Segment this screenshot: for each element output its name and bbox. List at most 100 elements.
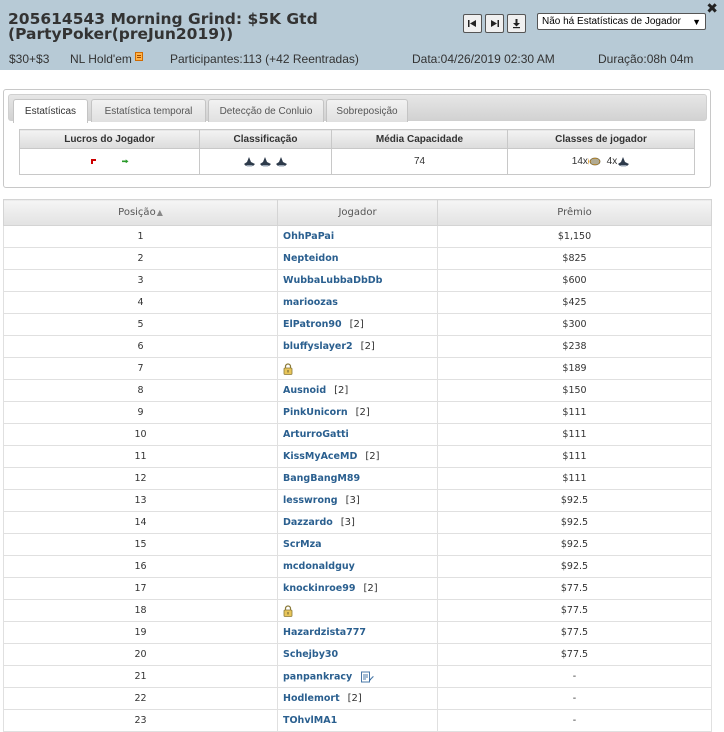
game-type: NL Hold'em [70, 52, 143, 66]
player-cell: BangBangM89 [277, 467, 438, 490]
position-cell: 13 [3, 489, 278, 512]
tab-collusion-detection[interactable]: Detecção de Conluio [208, 99, 324, 122]
position-cell: 18 [3, 599, 278, 622]
player-name-link[interactable]: Hazardzista777 [283, 627, 366, 638]
reentry-count: [2] [360, 341, 375, 352]
player-cell: marioozas [277, 291, 438, 314]
table-row: 3 WubbaLubbaDbDb $600 [3, 269, 712, 292]
player-cell: Schejby30 [277, 643, 438, 666]
tab-overlap[interactable]: Sobreposição [326, 99, 408, 122]
prize-cell: $92.5 [437, 511, 712, 534]
player-cell: ArturroGatti [277, 423, 438, 446]
shark-icon [244, 156, 256, 167]
player-name-link[interactable]: KissMyAceMD [283, 451, 357, 462]
player-name-link[interactable]: knockinroe99 [283, 583, 355, 594]
player-cell: Nepteidon [277, 247, 438, 270]
note-edit-icon[interactable] [361, 671, 374, 683]
reentry-count: [3] [340, 517, 355, 528]
header-avg-capacity: Média Capacidade [331, 129, 508, 149]
table-row: 21 panpankracy - [3, 665, 712, 688]
prize-cell: $77.5 [437, 577, 712, 600]
player-name-link[interactable]: ElPatron90 [283, 319, 342, 330]
player-stats-select[interactable]: Não há Estatísticas de Jogador ▼ [537, 13, 706, 30]
player-name-link[interactable]: mcdonaldguy [283, 561, 355, 572]
position-cell: 8 [3, 379, 278, 402]
table-row: 2 Nepteidon $825 [3, 247, 712, 270]
chevron-down-icon: ▼ [692, 16, 701, 27]
player-name-link[interactable]: PinkUnicorn [283, 407, 348, 418]
player-cell: mcdonaldguy [277, 555, 438, 578]
profit-down-icon [90, 158, 96, 164]
prize-cell: $77.5 [437, 643, 712, 666]
shark-icon [618, 156, 630, 167]
position-cell: 17 [3, 577, 278, 600]
first-page-button[interactable] [463, 14, 482, 33]
download-button[interactable] [507, 14, 526, 33]
reentry-count: [2] [347, 693, 362, 704]
position-cell: 20 [3, 643, 278, 666]
info-icon[interactable] [134, 52, 143, 61]
shark-icon [260, 156, 271, 167]
fish-count: 14x [571, 156, 588, 168]
player-name-link[interactable]: BangBangM89 [283, 473, 360, 484]
table-row: 1 OhhPaPai $1,150 [3, 225, 712, 248]
table-row: 8 Ausnoid [2] $150 [3, 379, 712, 402]
table-row: 17 knockinroe99 [2] $77.5 [3, 577, 712, 600]
player-cell: Ausnoid [2] [277, 379, 438, 402]
position-cell: 1 [3, 225, 278, 248]
player-name-link[interactable]: Nepteidon [283, 253, 339, 264]
header-position-label: Posição [118, 207, 156, 218]
prize-cell: $150 [437, 379, 712, 402]
position-cell: 16 [3, 555, 278, 578]
tournament-header: 205614543 Morning Grind: $5K Gtd (PartyP… [0, 0, 724, 70]
position-cell: 22 [3, 687, 278, 710]
prize-cell: $825 [437, 247, 712, 270]
shark-icon [275, 156, 287, 167]
table-row: 4 marioozas $425 [3, 291, 712, 314]
results-table: Posição▲ Jogador Prêmio 1 OhhPaPai $1,150 2… [3, 199, 712, 732]
position-cell: 11 [3, 445, 278, 468]
player-name-link[interactable]: bluffyslayer2 [283, 341, 353, 352]
player-name-link[interactable]: Hodlemort [283, 693, 340, 704]
prize-cell: - [437, 665, 712, 688]
header-prize[interactable]: Prêmio [437, 199, 712, 226]
download-icon [513, 19, 520, 29]
player-cell: ElPatron90 [2] [277, 313, 438, 336]
table-row: 20 Schejby30 $77.5 [3, 643, 712, 666]
player-name-link[interactable]: marioozas [283, 297, 338, 308]
play-next-icon [491, 20, 499, 27]
player-name-link[interactable]: lesswrong [283, 495, 338, 506]
player-cell: Dazzardo [3] [277, 511, 438, 534]
prize-cell: $238 [437, 335, 712, 358]
tab-statistics[interactable]: Estatísticas [13, 99, 88, 123]
position-cell: 19 [3, 621, 278, 644]
player-name-link[interactable]: OhhPaPai [283, 231, 334, 242]
prize-cell: $425 [437, 291, 712, 314]
prize-cell: $111 [437, 467, 712, 490]
next-page-button[interactable] [485, 14, 504, 33]
header-position[interactable]: Posição▲ [3, 199, 278, 226]
navigation-buttons [463, 14, 526, 33]
tab-bar: Estatísticas Estatística temporal Detecç… [8, 94, 707, 123]
prize-cell: $92.5 [437, 489, 712, 512]
prize-cell: $77.5 [437, 621, 712, 644]
table-row: 13 lesswrong [3] $92.5 [3, 489, 712, 512]
position-cell: 15 [3, 533, 278, 556]
player-name-link[interactable]: Dazzardo [283, 517, 333, 528]
header-player-classes: Classes de jogador [507, 129, 695, 149]
lock-icon[interactable] [283, 362, 293, 375]
tab-temporal-statistics[interactable]: Estatística temporal [91, 99, 206, 122]
lock-icon[interactable] [283, 604, 293, 617]
table-row: 19 Hazardzista777 $77.5 [3, 621, 712, 644]
player-name-link[interactable]: ScrMza [283, 539, 322, 550]
player-name-link[interactable]: Ausnoid [283, 385, 326, 396]
close-icon[interactable]: ✖ [706, 1, 718, 17]
player-name-link[interactable]: ArturroGatti [283, 429, 349, 440]
fish-icon [587, 157, 601, 166]
player-name-link[interactable]: WubbaLubbaDbDb [283, 275, 382, 286]
player-name-link[interactable]: panpankracy [283, 671, 352, 682]
player-cell: WubbaLubbaDbDb [277, 269, 438, 292]
player-name-link[interactable]: Schejby30 [283, 649, 338, 660]
header-player[interactable]: Jogador [277, 199, 438, 226]
reentry-count: [2] [349, 319, 364, 330]
